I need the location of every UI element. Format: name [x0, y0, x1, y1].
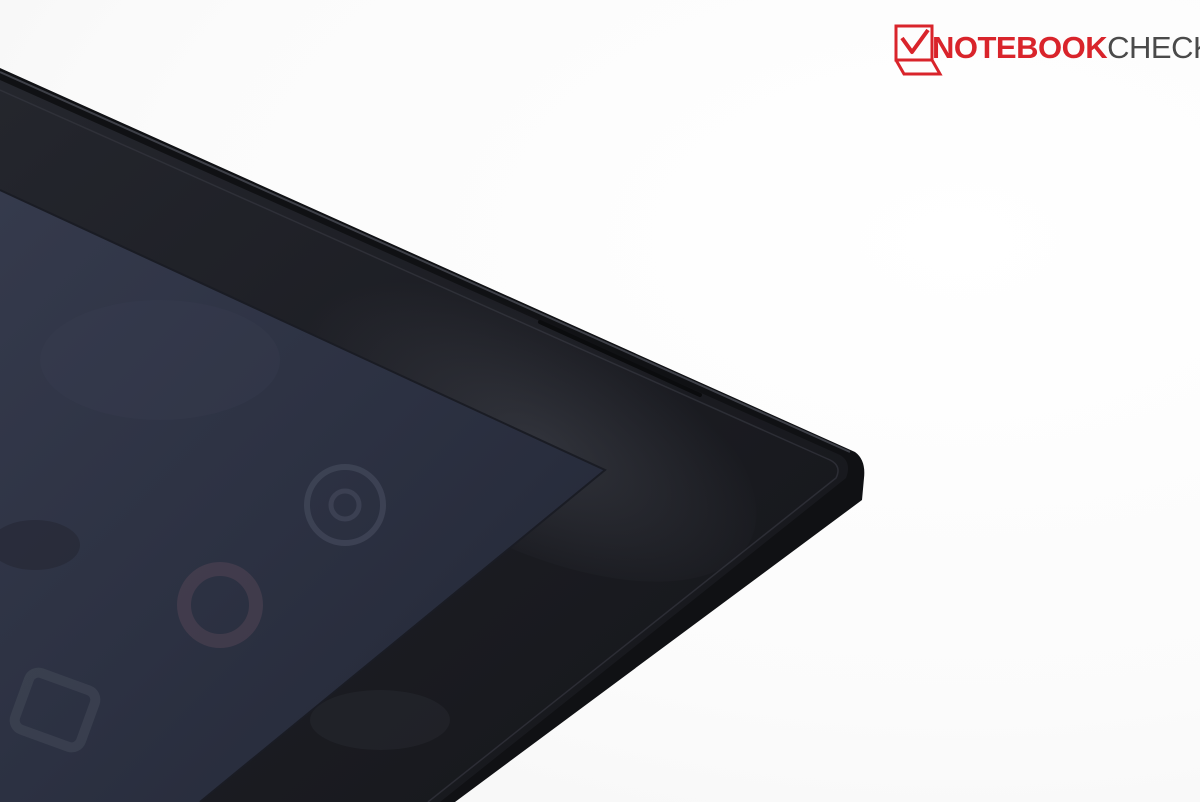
photo-scene: NOTEBOOKCHECK [0, 0, 1200, 802]
watermark-brand-bold: NOTEBOOK [932, 30, 1108, 65]
notebookcheck-watermark: NOTEBOOKCHECK [892, 22, 1200, 78]
tablet-photo [0, 68, 865, 802]
watermark-brand-light: CHECK [1107, 30, 1200, 65]
smudge [40, 300, 280, 420]
watermark-text: NOTEBOOKCHECK [932, 32, 1200, 63]
smudge [310, 690, 450, 750]
